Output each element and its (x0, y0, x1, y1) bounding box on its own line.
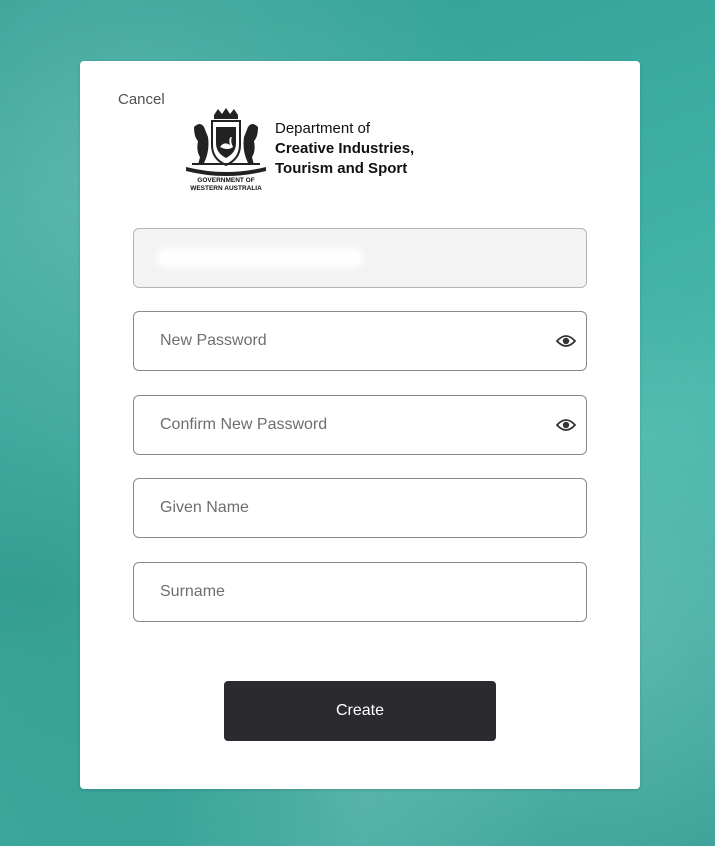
department-name: Department of Creative Industries, Touri… (275, 119, 414, 179)
cancel-link[interactable]: Cancel (118, 91, 165, 108)
new-password-field[interactable]: New Password (133, 311, 587, 371)
eye-icon[interactable] (556, 418, 576, 432)
eye-icon[interactable] (556, 334, 576, 348)
confirm-password-field[interactable]: Confirm New Password (133, 395, 587, 455)
department-logo: GOVERNMENT OF WESTERN AUSTRALIA Departme… (180, 107, 440, 195)
new-password-placeholder: New Password (160, 332, 267, 349)
coat-of-arms-icon (186, 108, 266, 176)
given-name-field[interactable]: Given Name (133, 478, 587, 538)
signup-card: Cancel GOVERNMENT OF WESTERN AUSTRALIA D… (80, 61, 640, 789)
confirm-password-placeholder: Confirm New Password (160, 416, 328, 433)
surname-placeholder: Surname (160, 583, 225, 600)
surname-field[interactable]: Surname (133, 562, 587, 622)
given-name-placeholder: Given Name (160, 499, 249, 516)
government-caption: GOVERNMENT OF WESTERN AUSTRALIA (190, 177, 262, 192)
department-line-3: Tourism and Sport (275, 160, 408, 177)
redacted-email-value (160, 252, 360, 264)
department-line-2: Creative Industries, (275, 140, 415, 157)
email-field[interactable] (133, 228, 587, 288)
department-line-1: Department of (275, 120, 371, 137)
create-button[interactable]: Create (224, 681, 496, 741)
